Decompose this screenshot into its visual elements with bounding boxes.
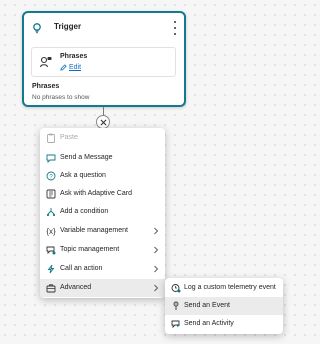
submenu-item-label: Send an Event	[184, 302, 230, 309]
event-icon	[171, 301, 181, 311]
variable-icon: {x}	[46, 226, 56, 236]
menu-item-send-message[interactable]: Send a Message	[40, 149, 165, 167]
trigger-node[interactable]: Trigger Phrases Edit Phrases No phrases …	[22, 11, 186, 107]
menu-item-label: Paste	[60, 134, 78, 141]
menu-item-call-action[interactable]: Call an action	[40, 260, 165, 278]
menu-item-label: Variable management	[60, 227, 128, 234]
menu-item-topic-management[interactable]: Topic management	[40, 241, 165, 259]
menu-item-variable-management[interactable]: {x} Variable management	[40, 222, 165, 240]
edit-label: Edit	[69, 64, 82, 71]
pencil-icon	[60, 64, 67, 71]
advanced-submenu: Log a custom telemetry event Send an Eve…	[165, 278, 283, 334]
svg-text:{x}: {x}	[46, 227, 56, 236]
submenu-item-log-telemetry[interactable]: Log a custom telemetry event	[165, 279, 283, 297]
menu-item-ask-question[interactable]: ? Ask a question	[40, 167, 165, 185]
submenu-item-label: Send an Activity	[184, 320, 234, 327]
paste-icon	[46, 133, 56, 143]
menu-item-label: Topic management	[60, 246, 120, 253]
telemetry-icon	[171, 283, 181, 293]
chevron-right-icon	[153, 265, 159, 273]
add-node-menu: Paste Send a Message ? Ask a question As…	[40, 128, 165, 298]
phrases-icon	[39, 55, 53, 69]
menu-item-label: Send a Message	[60, 154, 113, 161]
branch-icon	[46, 207, 56, 217]
submenu-item-send-event[interactable]: Send an Event	[165, 297, 283, 315]
message-icon	[46, 153, 56, 163]
phrases-empty-text: No phrases to show	[32, 94, 90, 101]
submenu-item-send-activity[interactable]: Send an Activity	[165, 315, 283, 333]
menu-item-advanced[interactable]: Advanced	[40, 279, 165, 297]
more-options-icon[interactable]	[172, 21, 178, 35]
close-add-node-button[interactable]	[96, 115, 110, 129]
activity-icon	[171, 319, 181, 329]
chevron-right-icon	[153, 284, 159, 292]
chevron-right-icon	[153, 227, 159, 235]
menu-item-label: Advanced	[60, 284, 92, 291]
menu-item-add-condition[interactable]: Add a condition	[40, 203, 165, 221]
phrases-box-title: Phrases	[60, 53, 88, 60]
menu-item-label: Add a condition	[60, 208, 109, 215]
menu-item-label: Ask with Adaptive Card	[60, 190, 132, 197]
menu-item-adaptive-card[interactable]: Ask with Adaptive Card	[40, 185, 165, 203]
submenu-item-label: Log a custom telemetry event	[184, 284, 276, 291]
topic-icon	[46, 245, 56, 255]
lightbulb-icon	[30, 21, 44, 35]
trigger-title: Trigger	[54, 22, 82, 31]
menu-item-paste[interactable]: Paste	[40, 129, 165, 147]
action-icon	[46, 264, 56, 274]
phrases-label: Phrases	[32, 83, 60, 90]
close-icon	[100, 119, 106, 125]
chevron-right-icon	[153, 246, 159, 254]
toolbox-icon	[46, 283, 56, 293]
menu-item-label: Call an action	[60, 265, 103, 272]
edit-link[interactable]: Edit	[60, 64, 81, 71]
question-icon: ?	[46, 171, 56, 181]
trigger-header: Trigger	[24, 13, 184, 43]
menu-item-label: Ask a question	[60, 172, 106, 179]
phrases-box[interactable]: Phrases Edit	[31, 47, 176, 77]
adaptive-card-icon	[46, 189, 56, 199]
